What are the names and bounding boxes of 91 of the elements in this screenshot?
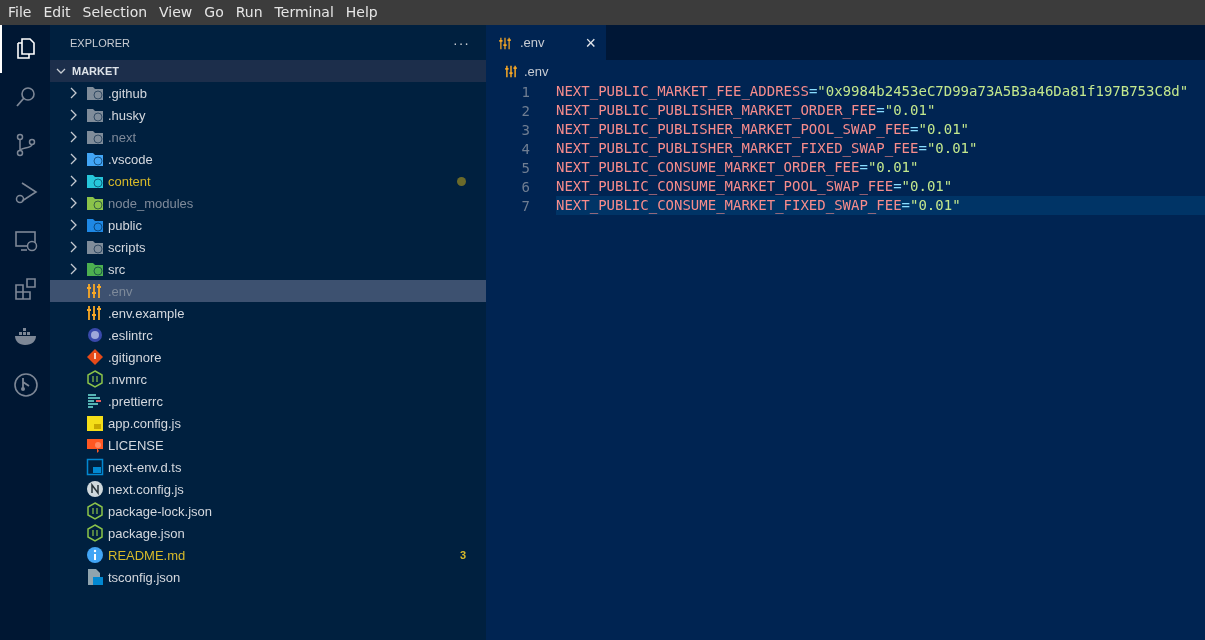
folder-name: .github	[108, 85, 149, 101]
hexagon-icon	[86, 502, 104, 520]
menu-item[interactable]: Go	[198, 0, 230, 25]
folder-row[interactable]: scripts	[50, 236, 486, 258]
sliders-icon	[86, 304, 104, 322]
folder-name: node_modules	[108, 195, 195, 211]
line-number: 3	[520, 121, 531, 138]
n-circle-icon	[86, 480, 104, 498]
breadcrumb: .env	[524, 63, 549, 79]
hexagon-icon	[86, 370, 104, 388]
code-line: NEXT_PUBLIC_MARKET_FEE_ADDRESS="0x9984b2453eC7D99a73A5B3a46Da81f197B753C8d"	[556, 82, 1190, 101]
code-line: NEXT_PUBLIC_PUBLISHER_MARKET_POOL_SWAP_FEE="0.01"	[556, 120, 971, 139]
folder-name: scripts	[108, 239, 147, 255]
line-number: 5	[520, 159, 531, 176]
explorer-title: EXPLORER	[70, 36, 130, 49]
folder-row[interactable]: .vscode	[50, 148, 486, 170]
file-name: .eslintrc	[108, 327, 154, 343]
line-number: 7	[520, 197, 531, 214]
file-row[interactable]: README.md 3	[50, 544, 486, 566]
folder-name: content	[108, 173, 152, 189]
file-name: next.config.js	[108, 481, 185, 497]
folder-row[interactable]: node_modules	[50, 192, 486, 214]
ts-file-icon	[86, 458, 104, 476]
file-name: app.config.js	[108, 415, 182, 431]
menu-item[interactable]: Terminal	[268, 0, 340, 25]
line-number: 2	[520, 102, 531, 119]
code-line: NEXT_PUBLIC_CONSUME_MARKET_POOL_SWAP_FEE="0.01"	[556, 177, 954, 196]
file-row[interactable]: next-env.d.ts	[50, 456, 486, 478]
line-number: 1	[520, 83, 531, 100]
folder-name: MARKET	[72, 65, 120, 77]
bars-icon	[86, 392, 104, 410]
file-name: README.md	[108, 547, 187, 563]
more-actions-button[interactable]: ···	[453, 34, 470, 51]
menu-item[interactable]: View	[153, 0, 199, 25]
ring-icon	[86, 326, 104, 344]
folder-name: .husky	[108, 107, 147, 123]
folder-row[interactable]: content	[50, 170, 486, 192]
certificate-icon	[86, 436, 104, 454]
hexagon-icon	[86, 524, 104, 542]
folder-row[interactable]: .next	[50, 126, 486, 148]
diamond-icon	[86, 348, 104, 366]
editor-tab[interactable]: .env ×	[486, 25, 606, 60]
document-icon	[86, 568, 104, 586]
file-name: tsconfig.json	[108, 569, 182, 585]
file-row[interactable]: LICENSE	[50, 434, 486, 456]
file-row[interactable]: package-lock.json	[50, 500, 486, 522]
sliders-icon	[86, 282, 104, 300]
file-row[interactable]: app.config.js	[50, 412, 486, 434]
file-name: next-env.d.ts	[108, 459, 183, 475]
code-line: NEXT_PUBLIC_PUBLISHER_MARKET_FIXED_SWAP_FEE="0.01"	[556, 139, 979, 158]
folder-row[interactable]: .husky	[50, 104, 486, 126]
file-name: .env	[108, 283, 134, 299]
tab-label: .env	[520, 35, 546, 50]
menu-item[interactable]: Edit	[37, 0, 77, 25]
file-name: package-lock.json	[108, 503, 214, 519]
folder-row[interactable]: src	[50, 258, 486, 280]
menu-item[interactable]: Selection	[76, 0, 154, 25]
file-name: .gitignore	[108, 349, 163, 365]
line-number: 6	[520, 178, 531, 195]
folder-row[interactable]: public	[50, 214, 486, 236]
menu-item[interactable]: File	[2, 0, 38, 25]
file-row[interactable]: tsconfig.json	[50, 566, 486, 588]
problem-count: 3	[459, 549, 466, 561]
file-row[interactable]: .nvmrc	[50, 368, 486, 390]
file-row[interactable]: .prettierrc	[50, 390, 486, 412]
file-name: package.json	[108, 525, 186, 541]
file-name: .nvmrc	[108, 371, 148, 387]
code-line: NEXT_PUBLIC_CONSUME_MARKET_ORDER_FEE="0.01"	[556, 158, 920, 177]
sliders-icon	[504, 64, 518, 78]
file-name: .env.example	[108, 305, 186, 321]
file-row[interactable]: .env.example	[50, 302, 486, 324]
folder-header[interactable]: MARKET	[50, 60, 486, 82]
file-row[interactable]: .gitignore	[50, 346, 486, 368]
file-name: LICENSE	[108, 437, 165, 453]
js-file-icon	[86, 414, 104, 432]
folder-row[interactable]: .github	[50, 82, 486, 104]
info-icon	[86, 546, 104, 564]
line-number: 4	[520, 140, 531, 157]
file-row[interactable]: next.config.js	[50, 478, 486, 500]
folder-name: public	[108, 217, 143, 233]
menu-item[interactable]: Run	[229, 0, 269, 25]
sliders-icon	[498, 35, 512, 50]
file-row[interactable]: .eslintrc	[50, 324, 486, 346]
menu-item[interactable]: Help	[339, 0, 384, 25]
close-button[interactable]: ×	[585, 33, 596, 52]
file-name: .prettierrc	[108, 393, 164, 409]
code-line: NEXT_PUBLIC_PUBLISHER_MARKET_ORDER_FEE="0.01"	[556, 101, 937, 120]
folder-name: .vscode	[108, 151, 154, 167]
file-row[interactable]: package.json	[50, 522, 486, 544]
folder-name: src	[108, 261, 127, 277]
folder-name: .next	[108, 129, 138, 145]
